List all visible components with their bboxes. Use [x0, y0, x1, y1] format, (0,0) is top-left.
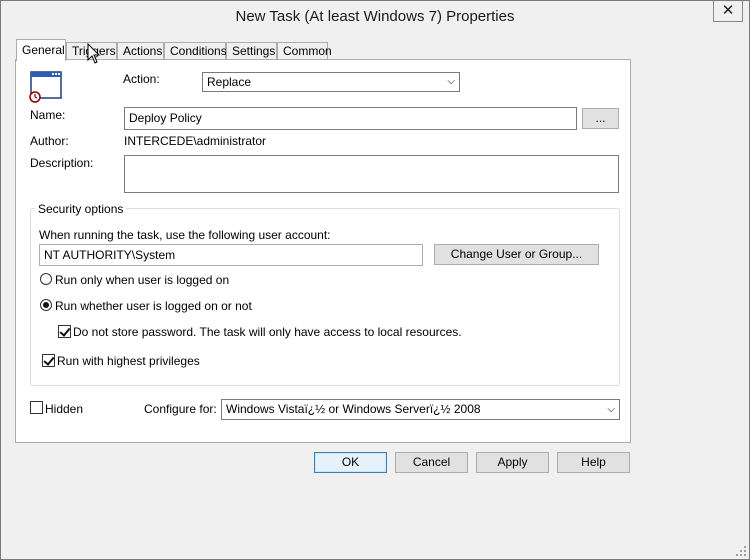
hidden-checkbox[interactable]	[30, 401, 43, 414]
resize-grip-icon[interactable]	[735, 545, 747, 557]
tab-settings-label: Settings	[232, 44, 276, 58]
tab-conditions[interactable]: Conditions	[164, 42, 227, 59]
tab-settings[interactable]: Settings	[226, 42, 277, 59]
run-whether-logged-on-radio[interactable]	[40, 299, 52, 311]
close-button[interactable]: ✕	[713, 1, 743, 22]
tab-conditions-label: Conditions	[170, 44, 227, 58]
description-label: Description:	[30, 156, 94, 170]
tab-common[interactable]: Common	[277, 42, 332, 59]
description-textarea[interactable]	[124, 155, 619, 193]
action-label: Action:	[123, 72, 160, 86]
browse-button[interactable]: ...	[582, 108, 619, 129]
highest-privileges-checkbox[interactable]	[42, 354, 55, 367]
user-account-value: NT AUTHORITY\System	[44, 248, 176, 262]
cancel-button[interactable]: Cancel	[395, 452, 468, 473]
run-logged-on-label[interactable]: Run only when user is logged on	[55, 273, 229, 287]
tab-general-label: General	[22, 43, 65, 57]
window-title: New Task (At least Windows 7) Properties	[235, 8, 515, 25]
chevron-down-icon: ⌵	[607, 404, 615, 415]
account-prompt: When running the task, use the following…	[39, 228, 331, 242]
configure-for-dropdown[interactable]: Windows Vistaï¿½ or Windows Serverï¿½ 20…	[221, 399, 620, 420]
chevron-down-icon: ⌵	[447, 76, 455, 87]
action-dropdown[interactable]: Replace ⌵	[202, 72, 460, 92]
user-account-field: NT AUTHORITY\System	[39, 244, 423, 266]
task-window-icon	[29, 71, 62, 103]
security-options-title: Security options	[35, 202, 127, 216]
close-icon: ✕	[721, 2, 735, 19]
name-input-value: Deploy Policy	[129, 111, 202, 125]
run-whether-logged-on-label[interactable]: Run whether user is logged on or not	[55, 299, 252, 313]
highest-privileges-label[interactable]: Run with highest privileges	[57, 354, 200, 368]
ok-button[interactable]: OK	[314, 452, 387, 473]
run-logged-on-radio[interactable]	[40, 273, 52, 285]
no-store-password-label[interactable]: Do not store password. The task will onl…	[73, 325, 462, 339]
author-label: Author:	[30, 134, 69, 148]
help-button[interactable]: Help	[557, 452, 630, 473]
no-store-password-checkbox[interactable]	[58, 325, 71, 338]
hidden-label[interactable]: Hidden	[45, 402, 83, 416]
title-bar: New Task (At least Windows 7) Properties…	[1, 1, 749, 32]
configure-for-value: Windows Vistaï¿½ or Windows Serverï¿½ 20…	[226, 402, 481, 416]
mouse-cursor-icon	[87, 43, 101, 64]
name-label: Name:	[30, 108, 66, 122]
tab-actions[interactable]: Actions	[117, 42, 164, 59]
name-input[interactable]: Deploy Policy	[124, 107, 577, 130]
properties-dialog: New Task (At least Windows 7) Properties…	[0, 0, 750, 560]
configure-for-label: Configure for:	[144, 402, 217, 416]
tab-general[interactable]: General	[16, 39, 66, 61]
author-value: INTERCEDE\administrator	[124, 134, 267, 148]
change-user-button[interactable]: Change User or Group...	[434, 244, 599, 265]
tab-common-label: Common	[283, 44, 332, 58]
action-dropdown-value: Replace	[207, 75, 252, 89]
tab-actions-label: Actions	[123, 44, 163, 58]
apply-button[interactable]: Apply	[476, 452, 549, 473]
